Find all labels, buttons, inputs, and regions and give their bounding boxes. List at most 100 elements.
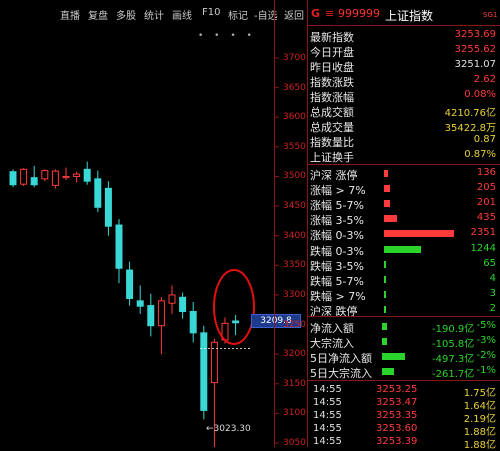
tick-row: 14:55 3253.35 2.19亿 <box>308 410 500 425</box>
breadth-label: 跌幅 0-3% <box>310 245 364 258</box>
breadth-label: 跌幅 5-7% <box>310 275 364 288</box>
breadth-bar <box>384 246 422 253</box>
breadth-count: 435 <box>476 212 496 223</box>
axis-divider <box>274 0 275 447</box>
y-tick-label: 3650 <box>283 82 306 93</box>
candle-body <box>136 300 144 307</box>
quote-label: 总成交量 <box>310 121 354 134</box>
breadth-row: 跌幅 0-3% 1244 <box>308 243 500 258</box>
candle-body <box>41 170 49 180</box>
tick-price: 3253.39 <box>376 436 418 447</box>
candle-body <box>62 175 70 179</box>
breadth-row: 跌幅 > 7% 3 <box>308 288 500 303</box>
flow-label: 大宗流入 <box>310 337 354 350</box>
quote-label: 上证换手 <box>310 151 354 164</box>
flow-percent: -1% <box>476 365 496 376</box>
candle-body <box>157 300 165 327</box>
breadth-bar <box>384 261 387 268</box>
quote-row: 指数量比 0.87 <box>308 134 500 149</box>
quote-value: 3251.07 <box>454 59 496 70</box>
breadth-count: 136 <box>476 167 496 178</box>
quote-label: 昨日收盘 <box>310 61 354 74</box>
y-tick-label: 3100 <box>283 408 306 419</box>
breadth-label: 跌幅 > 7% <box>310 290 366 303</box>
tick-row: 14:55 3253.39 1.88亿 <box>308 436 500 451</box>
breadth-label: 涨幅 5-7% <box>310 199 364 212</box>
breadth-row: 沪深 跌停 2 <box>308 303 500 318</box>
quote-row: 总成交量 35422.8万 <box>308 119 500 134</box>
breadth-row: 沪深 涨停 136 <box>308 167 500 182</box>
quote-label: 最新指数 <box>310 31 354 44</box>
candle-body <box>147 305 155 327</box>
quote-value: 3253.69 <box>454 29 496 40</box>
quote-value: 3255.62 <box>454 44 496 55</box>
breadth-bar <box>384 276 386 283</box>
tick-price: 3253.47 <box>376 397 418 408</box>
breadth-label: 涨幅 > 7% <box>310 184 366 197</box>
y-tick-label: 3150 <box>283 378 306 389</box>
flow-amount: -261.7亿 <box>432 369 475 380</box>
quote-label: 指数涨幅 <box>310 91 354 104</box>
candle-body <box>30 177 38 186</box>
candle-body <box>9 171 17 186</box>
flow-percent: -2% <box>476 350 496 361</box>
flow-percent: -3% <box>476 335 496 346</box>
stock-header[interactable]: G ≡ 999999 上证指数 SG1 <box>308 7 500 23</box>
group-badge: G <box>311 7 321 20</box>
breadth-row: 涨幅 > 7% 205 <box>308 182 500 197</box>
flow-bar <box>382 338 387 345</box>
y-tick-label: 3600 <box>283 112 306 123</box>
candle-body <box>232 320 240 324</box>
candle-body <box>115 224 123 269</box>
breadth-count: 2351 <box>470 227 496 238</box>
breadth-row: 涨幅 0-3% 2351 <box>308 227 500 242</box>
candle-body <box>94 178 102 208</box>
y-tick-label: 3350 <box>283 260 306 271</box>
breadth-label: 跌幅 3-5% <box>310 260 364 273</box>
quote-row: 昨日收盘 3251.07 <box>308 59 500 74</box>
candle-body <box>104 187 112 227</box>
tick-time: 14:55 <box>313 423 342 434</box>
quote-row: 指数涨跌 2.62 <box>308 74 500 89</box>
tick-row: 14:55 3253.47 1.64亿 <box>308 397 500 412</box>
flow-label: 5日净流入额 <box>310 352 372 365</box>
breadth-label: 沪深 涨停 <box>310 169 358 182</box>
quote-label: 指数量比 <box>310 136 354 149</box>
menu-icon[interactable]: ≡ <box>325 7 334 20</box>
breadth-count: 205 <box>476 182 496 193</box>
divider <box>308 164 500 165</box>
breadth-count: 4 <box>489 273 496 284</box>
quote-row: 总成交额 4210.76亿 <box>308 104 500 119</box>
breadth-bar <box>384 215 398 222</box>
flow-percent: -5% <box>476 320 496 331</box>
tick-price: 3253.35 <box>376 410 418 421</box>
candlestick-chart[interactable] <box>0 0 308 447</box>
candle-body <box>189 311 197 334</box>
quote-label: 总成交额 <box>310 106 354 119</box>
breadth-bar <box>384 185 391 192</box>
sg-tag: SG1 <box>483 11 498 19</box>
y-tick-label: 3450 <box>283 201 306 212</box>
candle-body <box>51 170 59 186</box>
quote-label: 今日开盘 <box>310 46 354 59</box>
breadth-count: 65 <box>483 258 496 269</box>
candle-body <box>73 173 81 177</box>
tick-time: 14:55 <box>313 436 342 447</box>
quote-value: 0.87% <box>464 149 496 160</box>
quote-row: 最新指数 3253.69 <box>308 29 500 44</box>
candle-body <box>179 296 187 313</box>
y-tick-label: 3300 <box>283 289 306 300</box>
y-tick-label: 3700 <box>283 53 306 63</box>
breadth-label: 涨幅 0-3% <box>310 229 364 242</box>
quote-row: 上证换手 0.87% <box>308 149 500 164</box>
candle-body <box>20 168 28 185</box>
flow-row: 5日净流入额 -497.3亿 -2% <box>308 350 500 365</box>
divider <box>308 25 500 26</box>
breadth-bar <box>384 306 386 313</box>
divider <box>308 380 500 381</box>
y-tick-label: 3500 <box>283 171 306 182</box>
breadth-bar <box>384 200 391 207</box>
flow-bar <box>382 323 387 330</box>
flow-label: 净流入额 <box>310 322 354 335</box>
breadth-bar <box>384 230 454 237</box>
